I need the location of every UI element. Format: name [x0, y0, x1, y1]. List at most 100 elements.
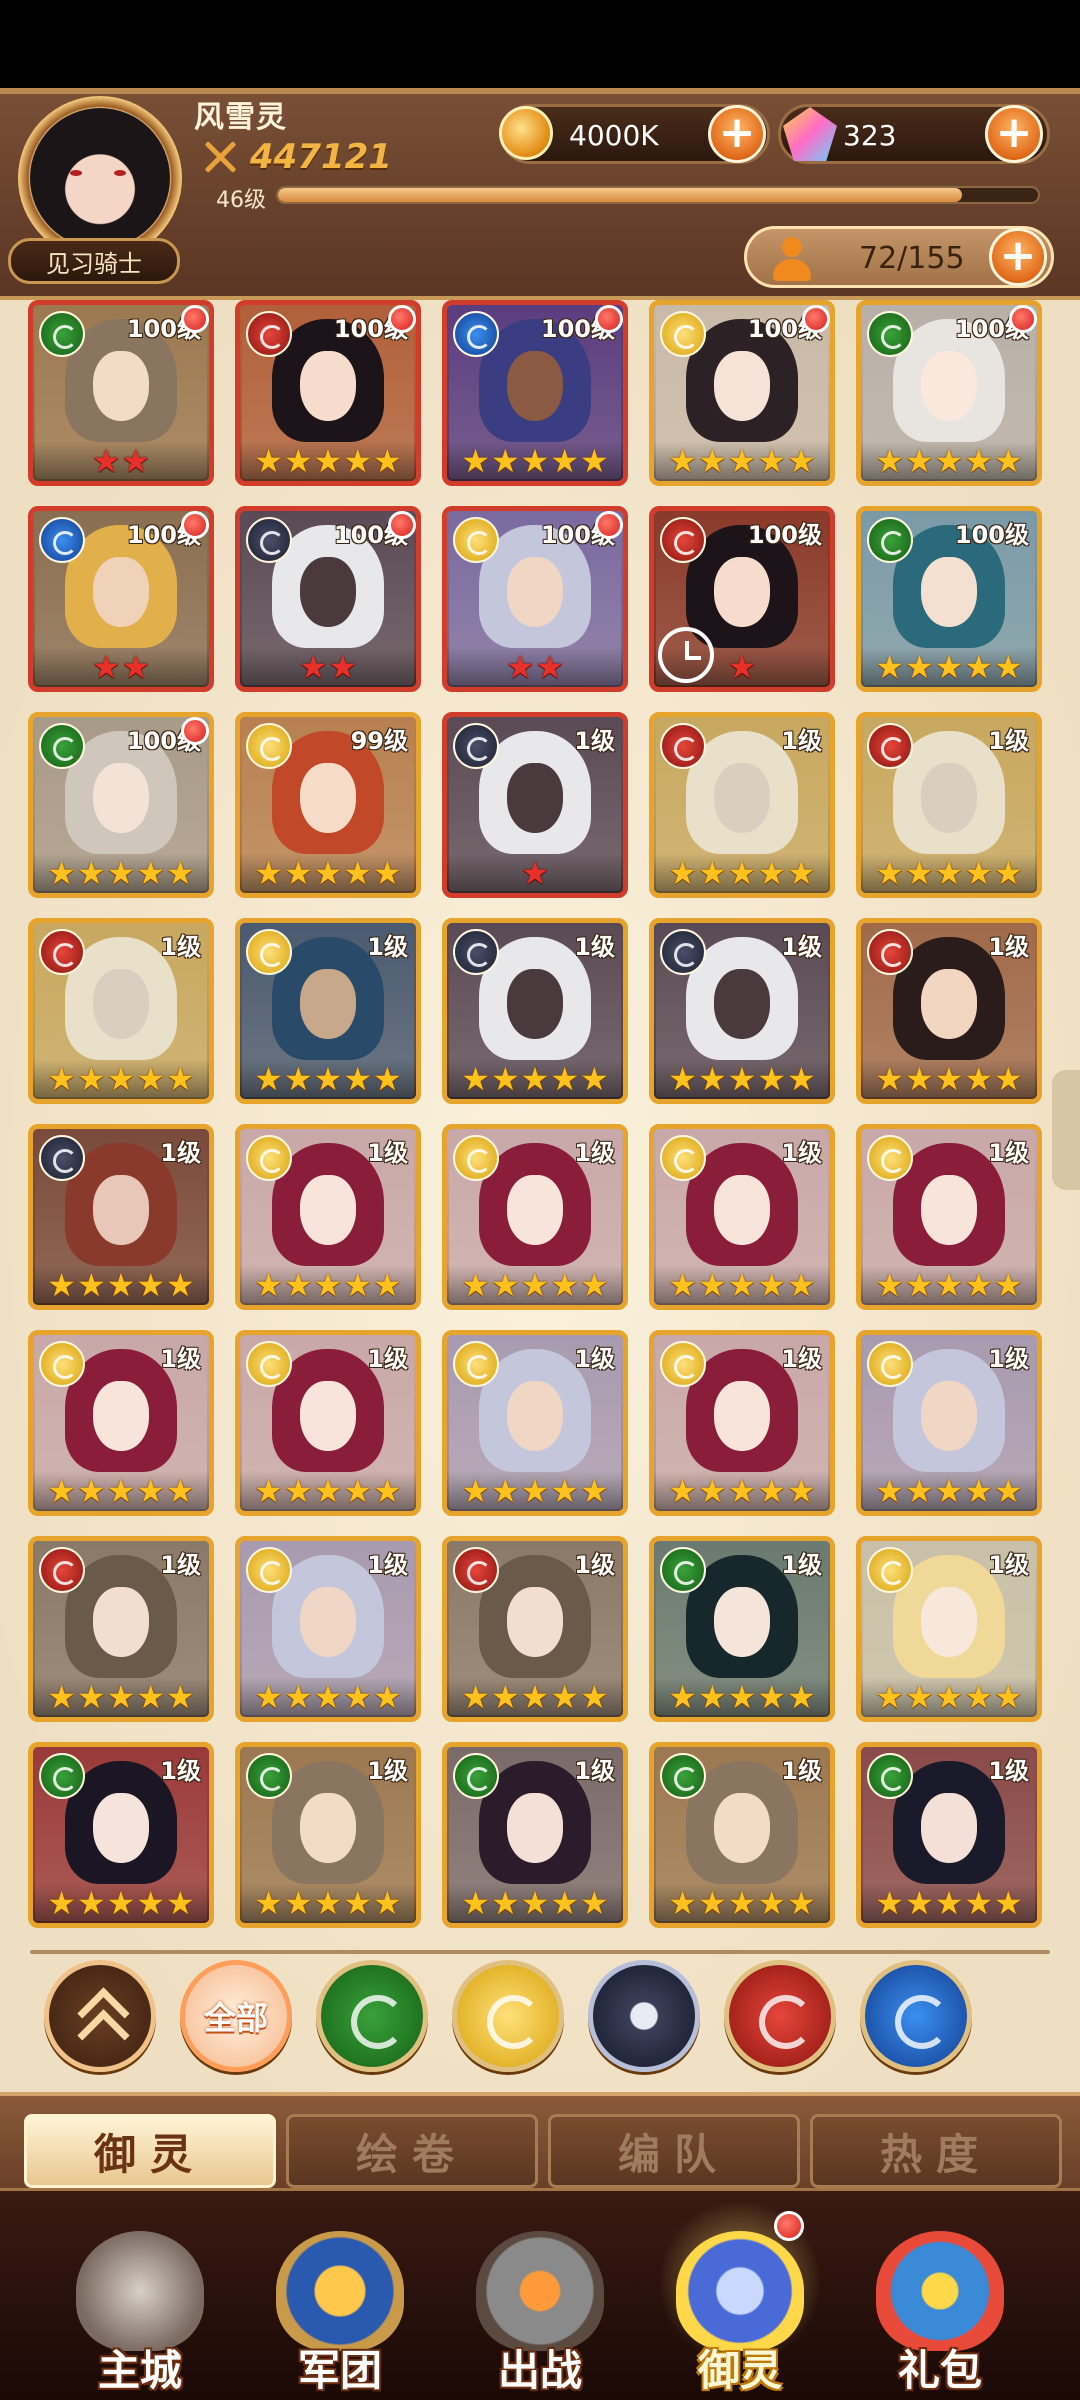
hero-card[interactable]: 1级 ★ ★ ★ ★ ★ [649, 1536, 835, 1722]
hero-level: 99级 [350, 727, 408, 755]
fire-faction-icon [246, 311, 292, 357]
star-rating: ★ ★ ★ ★ ★ [861, 1677, 1037, 1717]
hero-card[interactable]: 1级 ★ ★ ★ ★ ★ [442, 918, 628, 1104]
tab-gallery[interactable]: 绘卷 [286, 2114, 538, 2188]
star-rating: ★ ★ ★ ★ ★ [33, 1677, 209, 1717]
hero-card[interactable]: 1级 ★ ★ ★ ★ ★ [235, 1742, 421, 1928]
nav-main-city[interactable]: 主城 [40, 2191, 240, 2400]
star-icon: ★ [757, 1266, 787, 1304]
hero-level: 1级 [367, 1139, 408, 1167]
hero-card[interactable]: 1级 ★ ★ ★ ★ ★ [28, 918, 214, 1104]
hero-card[interactable]: 1级 ★ ★ ★ ★ ★ [856, 918, 1042, 1104]
light-faction-icon [246, 723, 292, 769]
hero-card[interactable]: 1级 ★ ★ ★ ★ ★ [442, 1124, 628, 1310]
hero-level: 1级 [988, 1757, 1029, 1785]
gem-currency: 323 + [778, 104, 1050, 164]
hero-card[interactable]: 100级 ★ ★ [28, 300, 214, 486]
hero-card[interactable]: 100级 ★ ★ ★ ★ ★ [235, 300, 421, 486]
star-icon: ★ [787, 1472, 816, 1510]
star-icon: ★ [697, 1266, 727, 1304]
star-icon: ★ [727, 442, 757, 480]
hero-card[interactable]: 1级 ★ ★ ★ ★ ★ [28, 1536, 214, 1722]
filter-all-label: 全部 [203, 1999, 268, 2037]
hero-card[interactable]: 1级 ★ ★ ★ ★ ★ [856, 712, 1042, 898]
star-icon: ★ [550, 1060, 580, 1098]
collapse-filter-button[interactable] [44, 1960, 156, 2072]
filter-water-button[interactable] [860, 1960, 972, 2072]
tab-formation[interactable]: 编队 [548, 2114, 800, 2188]
hero-card[interactable]: 1级 ★ ★ ★ ★ ★ [856, 1124, 1042, 1310]
nav-legion[interactable]: 军团 [240, 2191, 440, 2400]
side-expand-tab[interactable] [1052, 1070, 1080, 1190]
star-icon: ★ [136, 854, 166, 892]
hero-card[interactable]: 99级 ★ ★ ★ ★ ★ [235, 712, 421, 898]
expand-capacity-button[interactable]: + [989, 228, 1047, 286]
filter-light-button[interactable] [452, 1960, 564, 2072]
hero-card[interactable]: 1级 ★ ★ ★ ★ ★ [442, 1330, 628, 1516]
tab-popularity[interactable]: 热度 [810, 2114, 1062, 2188]
star-icon: ★ [166, 854, 195, 892]
player-avatar[interactable] [18, 96, 182, 260]
nature-faction-icon [867, 311, 913, 357]
star-rating: ★ ★ ★ ★ ★ [447, 1471, 623, 1511]
star-icon: ★ [520, 1884, 550, 1922]
capacity-value: 72/155 [859, 241, 965, 276]
hero-card[interactable]: 1级 ★ ★ ★ ★ ★ [235, 1330, 421, 1516]
hero-card[interactable]: 100级 ★ [649, 506, 835, 692]
hero-card[interactable]: 100级 ★ ★ [442, 506, 628, 692]
hero-card[interactable]: 1级 ★ ★ ★ ★ ★ [235, 1124, 421, 1310]
light-faction-icon [246, 929, 292, 975]
star-icon: ★ [934, 648, 964, 686]
hero-card[interactable]: 1级 ★ ★ ★ ★ ★ [649, 712, 835, 898]
star-rating: ★ ★ ★ ★ ★ [240, 1265, 416, 1305]
hero-card[interactable]: 1级 ★ ★ ★ ★ ★ [649, 1742, 835, 1928]
star-icon: ★ [668, 1060, 697, 1098]
hero-card[interactable]: 1级 ★ ★ ★ ★ ★ [442, 1742, 628, 1928]
nav-heroes[interactable]: 御灵 [640, 2191, 840, 2400]
add-gem-button[interactable]: + [985, 105, 1043, 163]
hero-card[interactable]: 100级 ★ ★ [28, 506, 214, 692]
add-gold-button[interactable]: + [708, 105, 766, 163]
hero-card[interactable]: 1级 ★ ★ ★ ★ ★ [649, 1330, 835, 1516]
hero-card[interactable]: 1级 ★ ★ ★ ★ ★ [649, 1124, 835, 1310]
star-icon: ★ [283, 854, 313, 892]
star-icon: ★ [343, 1472, 373, 1510]
hero-card[interactable]: 1级 ★ ★ ★ ★ ★ [235, 918, 421, 1104]
filter-fire-button[interactable] [724, 1960, 836, 2072]
star-rating: ★ ★ ★ ★ ★ [861, 853, 1037, 893]
hero-card[interactable]: 1级 ★ ★ ★ ★ ★ [28, 1124, 214, 1310]
hero-card[interactable]: 1级 ★ [442, 712, 628, 898]
star-rating: ★ ★ ★ ★ ★ [240, 441, 416, 481]
hero-card[interactable]: 100级 ★ ★ ★ ★ ★ [649, 300, 835, 486]
tab-heroes[interactable]: 御灵 [24, 2114, 276, 2188]
nav-battle[interactable]: 出战 [440, 2191, 640, 2400]
star-icon: ★ [136, 1884, 166, 1922]
filter-nature-button[interactable] [316, 1960, 428, 2072]
dark-faction-icon [453, 929, 499, 975]
filter-dark-button[interactable] [588, 1960, 700, 2072]
clock-icon [658, 627, 714, 683]
nature-faction-icon [867, 1753, 913, 1799]
hero-card[interactable]: 1级 ★ ★ ★ ★ ★ [235, 1536, 421, 1722]
hero-card[interactable]: 100级 ★ ★ ★ ★ ★ [856, 506, 1042, 692]
hero-card[interactable]: 100级 ★ ★ ★ ★ ★ [442, 300, 628, 486]
hero-card[interactable]: 1级 ★ ★ ★ ★ ★ [649, 918, 835, 1104]
filter-all-button[interactable]: 全部 [180, 1960, 292, 2072]
hero-card[interactable]: 1级 ★ ★ ★ ★ ★ [856, 1742, 1042, 1928]
hero-level: 1级 [988, 727, 1029, 755]
angel-statue-icon [76, 2231, 204, 2351]
star-icon: ★ [373, 1884, 402, 1922]
hero-level: 1级 [988, 1551, 1029, 1579]
hero-card[interactable]: 100级 ★ ★ [235, 506, 421, 692]
hero-card[interactable]: 100级 ★ ★ ★ ★ ★ [28, 712, 214, 898]
nav-gift-pack[interactable]: 礼包 [840, 2191, 1040, 2400]
star-icon: ★ [461, 442, 490, 480]
hero-card[interactable]: 1级 ★ ★ ★ ★ ★ [28, 1742, 214, 1928]
light-faction-icon [453, 517, 499, 563]
hero-card[interactable]: 1级 ★ ★ ★ ★ ★ [442, 1536, 628, 1722]
hero-card[interactable]: 1级 ★ ★ ★ ★ ★ [856, 1536, 1042, 1722]
hero-card[interactable]: 1级 ★ ★ ★ ★ ★ [856, 1330, 1042, 1516]
star-icon: ★ [373, 1266, 402, 1304]
hero-card[interactable]: 1级 ★ ★ ★ ★ ★ [28, 1330, 214, 1516]
hero-card[interactable]: 100级 ★ ★ ★ ★ ★ [856, 300, 1042, 486]
